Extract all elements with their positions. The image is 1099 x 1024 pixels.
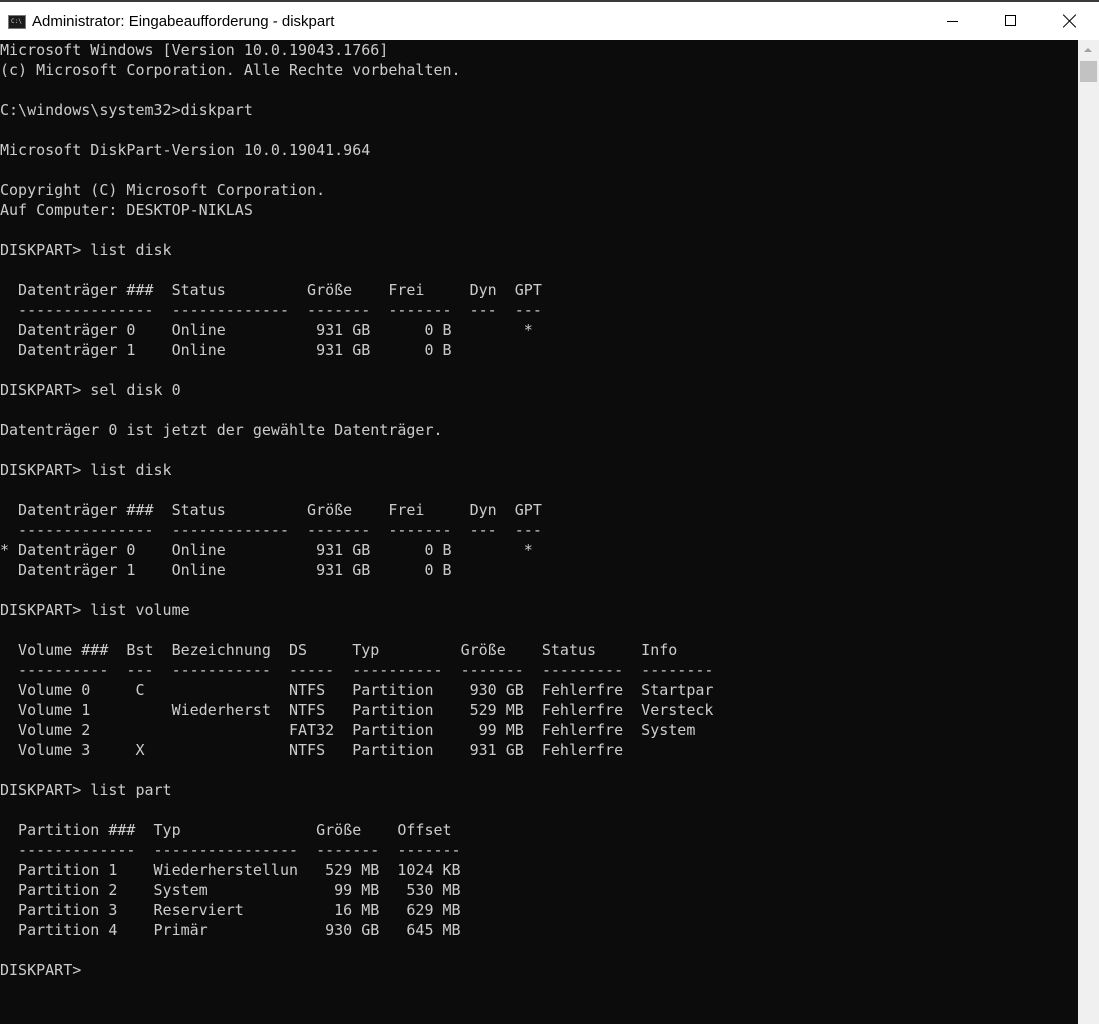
console-line: Auf Computer: DESKTOP-NIKLAS [0, 201, 253, 219]
console-line: Volume 3 X NTFS Partition 931 GB Fehlerf… [0, 741, 624, 759]
console-line: ------------- ---------------- ------- -… [0, 841, 461, 859]
cmd-icon-label: C:\ [11, 18, 22, 25]
console-line: ---------- --- ----------- ----- -------… [0, 661, 714, 679]
scroll-up-arrow-icon[interactable] [1078, 40, 1099, 60]
close-button[interactable] [1040, 2, 1098, 40]
minimize-icon [947, 21, 958, 22]
maximize-icon [1005, 15, 1016, 26]
console-line: Partition 1 Wiederherstellun 529 MB 1024… [0, 861, 461, 879]
console-line: * Datenträger 0 Online 931 GB 0 B * [0, 541, 533, 559]
console-line: DISKPART> sel disk 0 [0, 381, 181, 399]
console-line: Copyright (C) Microsoft Corporation. [0, 181, 326, 199]
console-line: Partition 3 Reserviert 16 MB 629 MB [0, 901, 461, 919]
minimize-button[interactable] [923, 2, 981, 40]
console-line: Datenträger ### Status Größe Frei Dyn GP… [0, 501, 542, 519]
console-text: Microsoft Windows [Version 10.0.19043.17… [0, 40, 1078, 980]
console-line: Datenträger 0 Online 931 GB 0 B * [0, 321, 533, 339]
console-line: DISKPART> list disk [0, 461, 172, 479]
console-line: Datenträger 1 Online 931 GB 0 B [0, 561, 452, 579]
close-icon [1063, 14, 1077, 28]
console-window: C:\ Administrator: Eingabeaufforderung -… [0, 0, 1099, 1024]
console-line: Microsoft Windows [Version 10.0.19043.17… [0, 41, 389, 59]
console-line: DISKPART> list disk [0, 241, 172, 259]
console-line: DISKPART> [0, 961, 82, 979]
console-line: Datenträger ### Status Größe Frei Dyn GP… [0, 281, 542, 299]
maximize-button[interactable] [981, 2, 1039, 40]
console-line: DISKPART> list volume [0, 601, 190, 619]
console-line: Datenträger 0 ist jetzt der gewählte Dat… [0, 421, 443, 439]
console-line: --------------- ------------- ------- --… [0, 521, 542, 539]
console-line: Datenträger 1 Online 931 GB 0 B [0, 341, 452, 359]
console-line: Partition 4 Primär 930 GB 645 MB [0, 921, 461, 939]
console-line: --------------- ------------- ------- --… [0, 301, 542, 319]
console-line: DISKPART> list part [0, 781, 172, 799]
window-title: Administrator: Eingabeaufforderung - dis… [32, 13, 335, 30]
vertical-scrollbar[interactable] [1078, 40, 1099, 1024]
console-line: Volume 0 C NTFS Partition 930 GB Fehlerf… [0, 681, 714, 699]
console-line: Partition 2 System 99 MB 530 MB [0, 881, 461, 899]
console-line: Volume ### Bst Bezeichnung DS Typ Größe … [0, 641, 678, 659]
console-line: Microsoft DiskPart-Version 10.0.19041.96… [0, 141, 371, 159]
cmd-icon: C:\ [8, 15, 26, 29]
scroll-thumb[interactable] [1080, 61, 1097, 82]
console-line: C:\windows\system32>diskpart [0, 101, 253, 119]
console-line: Volume 1 Wiederherst NTFS Partition 529 … [0, 701, 714, 719]
console-line: (c) Microsoft Corporation. Alle Rechte v… [0, 61, 461, 79]
console-line: Partition ### Typ Größe Offset [0, 821, 452, 839]
console-output[interactable]: Microsoft Windows [Version 10.0.19043.17… [0, 40, 1078, 1024]
console-line: Volume 2 FAT32 Partition 99 MB Fehlerfre… [0, 721, 696, 739]
title-bar[interactable]: C:\ Administrator: Eingabeaufforderung -… [0, 0, 1099, 40]
